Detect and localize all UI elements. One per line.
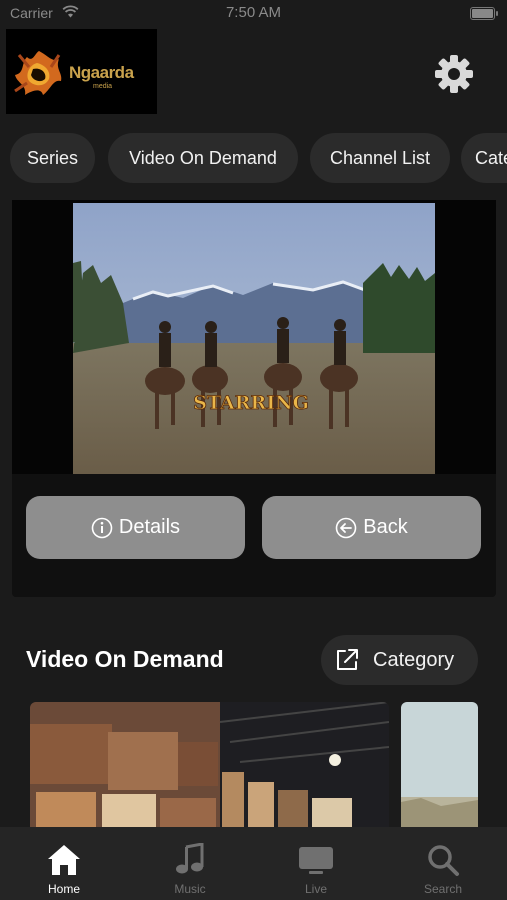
category-button[interactable]: Category [321,635,478,685]
tab-video-on-demand[interactable]: Video On Demand [108,133,298,183]
status-bar: Carrier 7:50 AM [0,0,507,28]
back-button[interactable]: Back [262,496,481,559]
vod-thumbnail-2[interactable] [401,702,478,827]
tabbar-live-label: Live [304,882,327,896]
tab-channel-list[interactable]: Channel List [310,133,450,183]
clock-label: 7:50 AM [225,4,282,21]
home-icon [48,845,80,875]
tabbar-search-label: Search [423,882,463,896]
category-label: Category [373,648,455,671]
video-caption: STARRING [193,392,309,414]
battery-icon [470,7,498,20]
logo-brand-text: Ngaarda [69,63,134,82]
search-icon [428,845,459,876]
logo-sub-text: media [93,83,113,90]
back-arrow-icon [335,517,357,538]
tabbar-music[interactable]: Music [127,827,253,900]
tabbar-live[interactable]: Live [253,827,379,900]
tabbar-home-label: Home [47,882,80,896]
vod-thumbnail[interactable] [30,702,389,827]
music-icon [176,843,204,874]
tabbar-home[interactable]: Home [1,827,127,900]
tab-categories[interactable]: Categories [461,133,507,183]
video-player[interactable]: STARRING [12,200,496,474]
vod-thumbnail-image [30,702,389,827]
gear-icon [435,55,473,93]
bottom-tab-bar: Home Music Live Search [0,827,507,900]
details-button[interactable]: Details [26,496,245,559]
video-frame-image: STARRING [73,203,435,474]
settings-button[interactable] [432,52,476,96]
tab-series[interactable]: Series [10,133,95,183]
tabbar-search[interactable]: Search [380,827,506,900]
details-label: Details [118,516,181,538]
info-icon [91,517,113,538]
tabbar-music-label: Music [174,882,206,896]
back-label: Back [363,516,408,538]
vod-thumbnail-2-image [401,702,478,827]
video-player-panel: STARRING Details Back [12,200,496,597]
app-logo: Ngaarda media [6,29,157,114]
tv-icon [299,847,333,874]
section-title: Video On Demand [26,646,224,672]
category-tabs: Series Video On Demand Channel List Cate… [0,133,507,183]
external-link-icon [337,649,358,670]
